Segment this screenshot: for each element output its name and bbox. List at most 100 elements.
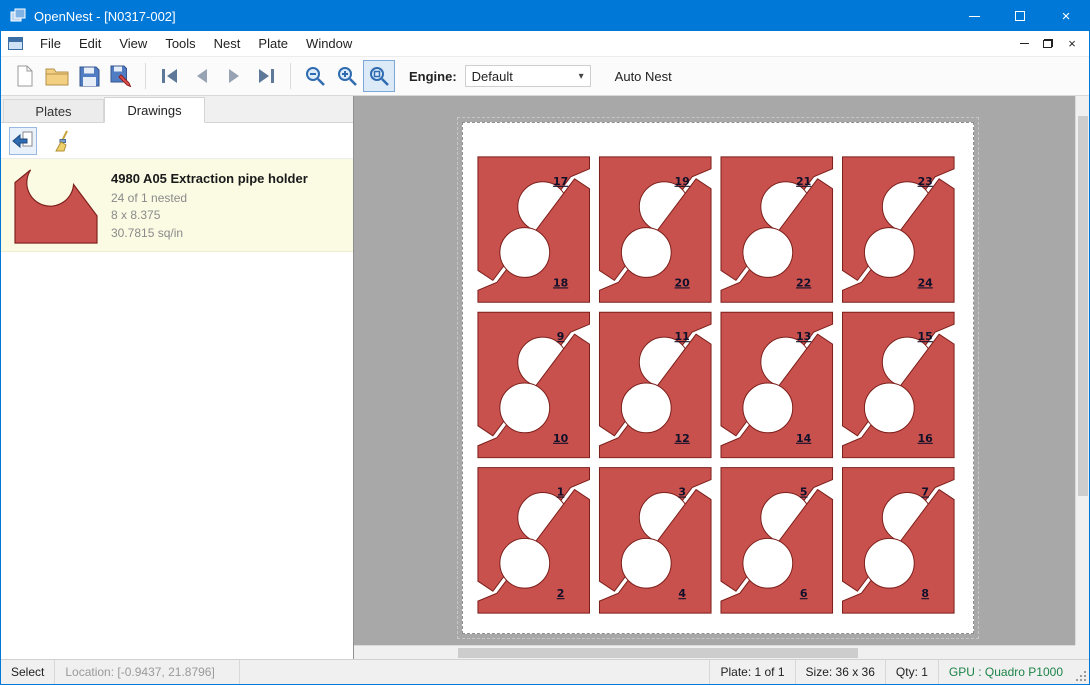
- next-plate-button[interactable]: [218, 60, 250, 92]
- part-number: 2: [557, 587, 565, 600]
- nest-pair-9-10[interactable]: 910: [478, 312, 590, 457]
- part-number: 20: [675, 276, 691, 289]
- broom-icon: [53, 130, 73, 152]
- save-edit-icon: [110, 65, 132, 87]
- clean-button[interactable]: [49, 127, 77, 155]
- minimize-icon: [969, 16, 980, 17]
- last-plate-button[interactable]: [250, 60, 282, 92]
- nest-pair-11-12[interactable]: 1112: [599, 312, 711, 457]
- maximize-button[interactable]: [997, 1, 1043, 31]
- open-folder-icon: [45, 66, 69, 86]
- first-icon: [161, 68, 179, 84]
- drawing-title: 4980 A05 Extraction pipe holder: [111, 171, 308, 186]
- menu-item-view[interactable]: View: [110, 33, 156, 55]
- horizontal-scrollbar[interactable]: [354, 645, 1075, 659]
- part-number: 19: [675, 175, 690, 188]
- zoom-in-icon: [336, 65, 358, 87]
- nest-pair-23-24[interactable]: 23 24: [843, 157, 955, 302]
- auto-nest-button[interactable]: Auto Nest: [607, 65, 680, 88]
- status-size: Size: 36 x 36: [795, 660, 885, 684]
- import-arrow-icon: [12, 131, 34, 151]
- part-number: 7: [921, 486, 929, 499]
- engine-selected-value: Default: [472, 69, 579, 84]
- nest-pair-17-18[interactable]: 1718: [478, 157, 590, 302]
- nest-pair-3-4[interactable]: 34: [599, 468, 711, 613]
- send-to-plate-button[interactable]: [9, 127, 37, 155]
- part-number: 18: [553, 276, 568, 289]
- left-panel: Plates Drawings 4980 A05 Extraction pipe…: [1, 96, 354, 659]
- close-button[interactable]: ×: [1043, 1, 1089, 31]
- menu-item-plate[interactable]: Plate: [249, 33, 297, 55]
- part-number: 3: [678, 486, 686, 499]
- menu-item-edit[interactable]: Edit: [70, 33, 110, 55]
- status-gpu: GPU : Quadro P1000: [938, 660, 1073, 684]
- mdi-restore-button[interactable]: [1039, 36, 1057, 52]
- nest-svg[interactable]: 171819202122232491011121314151612345678: [463, 123, 973, 633]
- toolbar-separator: [290, 63, 291, 89]
- last-icon: [257, 68, 275, 84]
- mdi-minimize-icon: [1020, 43, 1029, 44]
- mdi-close-icon: ×: [1068, 37, 1076, 50]
- panel-tabstrip: Plates Drawings: [1, 96, 353, 123]
- zoom-out-button[interactable]: [299, 60, 331, 92]
- app-window: OpenNest - [N0317-002] × File Edit View …: [0, 0, 1090, 685]
- menu-item-nest[interactable]: Nest: [205, 33, 250, 55]
- nest-pair-7-8[interactable]: 78: [843, 468, 955, 613]
- save-icon: [79, 66, 100, 87]
- zoom-in-button[interactable]: [331, 60, 363, 92]
- drawing-list-item[interactable]: 4980 A05 Extraction pipe holder 24 of 1 …: [1, 159, 353, 252]
- mdi-minimize-button[interactable]: [1015, 36, 1033, 52]
- part-number: 23: [918, 175, 933, 188]
- part-number: 22: [796, 276, 811, 289]
- engine-label: Engine:: [409, 69, 457, 84]
- zoom-fit-icon: [368, 65, 390, 87]
- part-number: 24: [918, 276, 934, 289]
- first-plate-button[interactable]: [154, 60, 186, 92]
- title-bar: OpenNest - [N0317-002] ×: [1, 1, 1089, 31]
- child-window-icon: [8, 37, 23, 50]
- plate-sheet[interactable]: 171819202122232491011121314151612345678: [462, 122, 974, 634]
- status-plate: Plate: 1 of 1: [709, 660, 794, 684]
- drawing-nested-count: 24 of 1 nested: [111, 190, 308, 207]
- main-toolbar: Engine: Default ▾ Auto Nest: [1, 57, 1089, 96]
- nest-pair-15-16[interactable]: 1516: [843, 312, 955, 457]
- previous-plate-button[interactable]: [186, 60, 218, 92]
- horizontal-scrollbar-thumb[interactable]: [458, 648, 858, 658]
- nest-pair-19-20[interactable]: 1920: [599, 157, 711, 302]
- part-number: 6: [800, 587, 808, 600]
- part-number: 4: [678, 587, 686, 600]
- part-number: 16: [918, 432, 934, 445]
- scrollbar-corner: [1075, 645, 1089, 659]
- previous-icon: [193, 68, 211, 84]
- vertical-scrollbar[interactable]: [1075, 96, 1089, 645]
- drawing-area: 30.7815 sq/in: [111, 225, 308, 242]
- menu-item-window[interactable]: Window: [297, 33, 361, 55]
- nest-pair-5-6[interactable]: 56: [721, 468, 833, 613]
- part-number: 14: [796, 432, 812, 445]
- open-button[interactable]: [41, 60, 73, 92]
- save-edit-button[interactable]: [105, 60, 137, 92]
- tab-drawings[interactable]: Drawings: [104, 97, 205, 123]
- new-button[interactable]: [9, 60, 41, 92]
- mdi-close-button[interactable]: ×: [1063, 36, 1081, 52]
- nest-pair-1-2[interactable]: 12: [478, 468, 590, 613]
- part-number: 10: [553, 432, 569, 445]
- tab-plates[interactable]: Plates: [3, 99, 104, 122]
- engine-select[interactable]: Default ▾: [465, 65, 591, 87]
- app-icon: [10, 8, 26, 24]
- part-number: 1: [557, 486, 565, 499]
- nest-pair-13-14[interactable]: 1314: [721, 312, 833, 457]
- vertical-scrollbar-thumb[interactable]: [1078, 116, 1088, 496]
- zoom-fit-button[interactable]: [363, 60, 395, 92]
- save-button[interactable]: [73, 60, 105, 92]
- menu-item-tools[interactable]: Tools: [156, 33, 204, 55]
- close-icon: ×: [1062, 9, 1071, 24]
- minimize-button[interactable]: [951, 1, 997, 31]
- menu-item-file[interactable]: File: [31, 33, 70, 55]
- status-bar: Select Location: [-0.9437, 21.8796] Plat…: [1, 659, 1089, 684]
- nest-pair-21-22[interactable]: 2122: [721, 157, 833, 302]
- next-icon: [225, 68, 243, 84]
- resize-grip[interactable]: [1073, 660, 1089, 684]
- part-number: 15: [918, 330, 933, 343]
- nest-canvas[interactable]: 171819202122232491011121314151612345678: [354, 96, 1089, 659]
